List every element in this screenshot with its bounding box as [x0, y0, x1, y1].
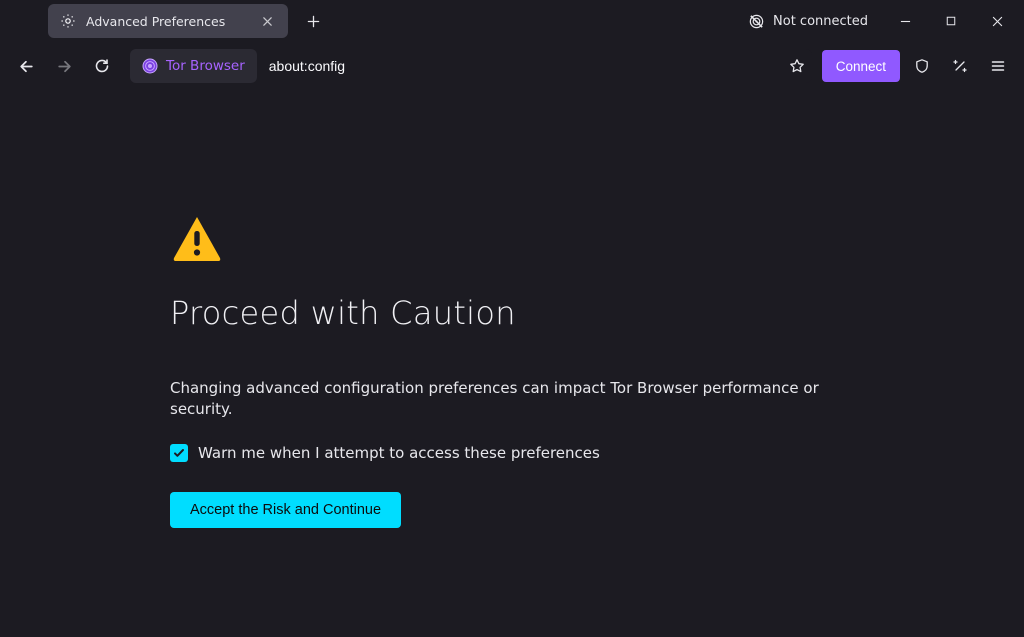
warning-panel: Proceed with Caution Changing advanced c… — [170, 212, 860, 528]
forward-button[interactable] — [48, 50, 80, 82]
connection-status-label: Not connected — [773, 14, 868, 29]
address-input[interactable] — [257, 49, 782, 83]
checkbox-label: Warn me when I attempt to access these p… — [198, 444, 600, 462]
identity-chip[interactable]: Tor Browser — [130, 49, 257, 83]
new-tab-button[interactable] — [298, 6, 328, 36]
accept-risk-button[interactable]: Accept the Risk and Continue — [170, 492, 401, 528]
checkbox-checked-icon[interactable] — [170, 444, 188, 462]
connection-offline-icon — [747, 12, 765, 30]
warn-checkbox-row[interactable]: Warn me when I attempt to access these p… — [170, 444, 860, 462]
close-window-button[interactable] — [974, 0, 1020, 42]
connection-status[interactable]: Not connected — [739, 12, 876, 30]
window-controls — [882, 0, 1020, 42]
bookmark-star-button[interactable] — [782, 51, 812, 81]
identity-label: Tor Browser — [166, 58, 245, 74]
warning-description: Changing advanced configuration preferen… — [170, 378, 860, 420]
close-tab-icon[interactable] — [258, 12, 276, 30]
browser-tab[interactable]: Advanced Preferences — [48, 4, 288, 38]
gear-icon — [60, 13, 76, 29]
app-menu-button[interactable] — [982, 50, 1014, 82]
maximize-button[interactable] — [928, 0, 974, 42]
connect-button[interactable]: Connect — [822, 50, 900, 82]
sparkle-button[interactable] — [944, 50, 976, 82]
back-button[interactable] — [10, 50, 42, 82]
security-level-button[interactable] — [906, 50, 938, 82]
tab-title: Advanced Preferences — [86, 14, 248, 29]
navigation-toolbar: Tor Browser Connect — [0, 42, 1024, 90]
reload-button[interactable] — [86, 50, 118, 82]
warning-triangle-icon — [170, 212, 224, 266]
warning-title: Proceed with Caution — [170, 294, 860, 332]
titlebar: Advanced Preferences Not connected — [0, 0, 1024, 42]
url-bar: Tor Browser — [130, 49, 812, 83]
page-content: Proceed with Caution Changing advanced c… — [0, 90, 1024, 637]
minimize-button[interactable] — [882, 0, 928, 42]
onion-icon — [142, 58, 158, 74]
